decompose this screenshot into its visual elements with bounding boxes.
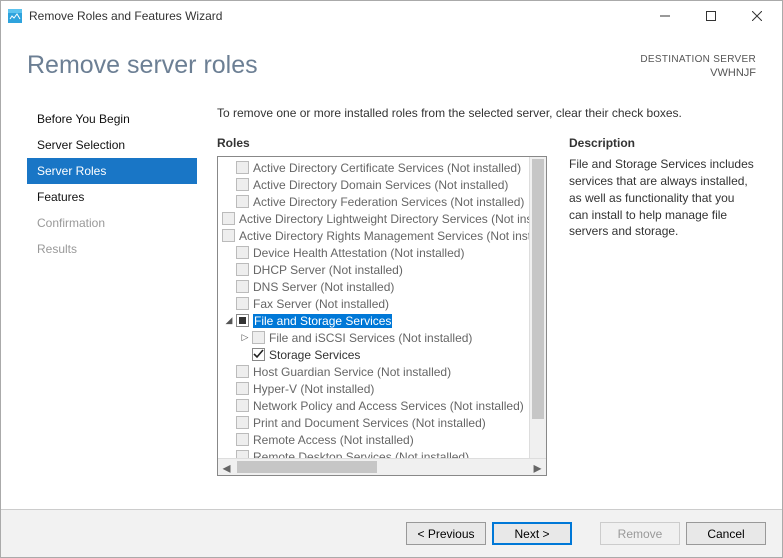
role-label[interactable]: File and Storage Services (253, 314, 392, 328)
horizontal-scrollbar[interactable]: ◂ ▸ (218, 458, 546, 475)
checkbox (236, 382, 249, 395)
window-title: Remove Roles and Features Wizard (29, 9, 642, 23)
cancel-button[interactable]: Cancel (686, 522, 766, 545)
scroll-left-icon[interactable]: ◂ (218, 459, 235, 476)
checkbox (236, 450, 249, 458)
role-label[interactable]: Storage Services (269, 348, 360, 362)
step-server-selection[interactable]: Server Selection (27, 132, 197, 158)
checkbox (236, 178, 249, 191)
role-label[interactable]: Active Directory Federation Services (No… (253, 195, 524, 209)
role-label[interactable]: Active Directory Domain Services (Not in… (253, 178, 508, 192)
checkbox (222, 229, 235, 242)
checkbox (236, 263, 249, 276)
role-item[interactable]: Fax Server (Not installed) (222, 295, 546, 312)
checkbox (236, 195, 249, 208)
destination-name: VWHNJF (258, 66, 756, 80)
step-results: Results (27, 236, 197, 262)
role-item[interactable]: Print and Document Services (Not install… (222, 414, 546, 431)
footer: < Previous Next > Remove Cancel (1, 509, 782, 557)
role-item[interactable]: Active Directory Federation Services (No… (222, 193, 546, 210)
next-button[interactable]: Next > (492, 522, 572, 545)
panel: To remove one or more installed roles fr… (197, 106, 756, 506)
checkbox (236, 280, 249, 293)
checkbox (236, 297, 249, 310)
roles-heading: Roles (217, 136, 547, 150)
destination-server: DESTINATION SERVER VWHNJF (258, 51, 756, 80)
role-item[interactable]: Active Directory Rights Management Servi… (222, 227, 546, 244)
role-item[interactable]: Active Directory Certificate Services (N… (222, 159, 546, 176)
content: Before You BeginServer SelectionServer R… (1, 106, 782, 506)
description-text: File and Storage Services includes servi… (569, 156, 756, 240)
triangle-down-icon[interactable]: ◢ (222, 315, 236, 327)
step-before-you-begin[interactable]: Before You Begin (27, 106, 197, 132)
role-label[interactable]: DNS Server (Not installed) (253, 280, 394, 294)
triangle-right-icon[interactable]: ▷ (238, 332, 252, 344)
step-confirmation: Confirmation (27, 210, 197, 236)
description-heading: Description (569, 136, 756, 150)
role-item[interactable]: Storage Services (222, 346, 546, 363)
step-server-roles[interactable]: Server Roles (27, 158, 197, 184)
checkbox (222, 212, 235, 225)
page-title: Remove server roles (27, 51, 258, 80)
role-label[interactable]: Network Policy and Access Services (Not … (253, 399, 524, 413)
title-bar: Remove Roles and Features Wizard (1, 1, 782, 31)
minimize-button[interactable] (642, 1, 688, 31)
role-item[interactable]: DHCP Server (Not installed) (222, 261, 546, 278)
remove-button: Remove (600, 522, 680, 545)
role-item[interactable]: Device Health Attestation (Not installed… (222, 244, 546, 261)
checkbox (236, 365, 249, 378)
roles-tree: Active Directory Certificate Services (N… (217, 156, 547, 476)
role-item[interactable]: DNS Server (Not installed) (222, 278, 546, 295)
checkbox (236, 246, 249, 259)
instruction-text: To remove one or more installed roles fr… (217, 106, 756, 120)
scroll-right-icon[interactable]: ▸ (529, 459, 546, 476)
role-label[interactable]: File and iSCSI Services (Not installed) (269, 331, 472, 345)
role-item[interactable]: Host Guardian Service (Not installed) (222, 363, 546, 380)
role-label[interactable]: DHCP Server (Not installed) (253, 263, 403, 277)
wizard-icon (7, 8, 23, 24)
role-item[interactable]: Active Directory Domain Services (Not in… (222, 176, 546, 193)
role-label[interactable]: Active Directory Rights Management Servi… (239, 229, 546, 243)
checkbox (236, 416, 249, 429)
role-item[interactable]: Remote Access (Not installed) (222, 431, 546, 448)
role-label[interactable]: Active Directory Certificate Services (N… (253, 161, 521, 175)
role-label[interactable]: Host Guardian Service (Not installed) (253, 365, 451, 379)
previous-button[interactable]: < Previous (406, 522, 486, 545)
role-label[interactable]: Print and Document Services (Not install… (253, 416, 486, 430)
role-label[interactable]: Active Directory Lightweight Directory S… (239, 212, 546, 226)
role-item[interactable]: Network Policy and Access Services (Not … (222, 397, 546, 414)
destination-label: DESTINATION SERVER (258, 53, 756, 66)
header: Remove server roles DESTINATION SERVER V… (1, 31, 782, 80)
checkbox (252, 331, 265, 344)
checkbox (236, 161, 249, 174)
step-features[interactable]: Features (27, 184, 197, 210)
wizard-steps: Before You BeginServer SelectionServer R… (27, 106, 197, 506)
role-label[interactable]: Hyper-V (Not installed) (253, 382, 374, 396)
close-button[interactable] (734, 1, 780, 31)
description-column: Description File and Storage Services in… (569, 136, 756, 506)
checkbox (236, 433, 249, 446)
role-item[interactable]: Active Directory Lightweight Directory S… (222, 210, 546, 227)
role-item[interactable]: ▷ File and iSCSI Services (Not installed) (222, 329, 546, 346)
roles-tree-body[interactable]: Active Directory Certificate Services (N… (218, 157, 546, 458)
role-item[interactable]: Hyper-V (Not installed) (222, 380, 546, 397)
role-label[interactable]: Remote Desktop Services (Not installed) (253, 450, 469, 459)
roles-column: Roles Active Directory Certificate Servi… (217, 136, 547, 506)
maximize-button[interactable] (688, 1, 734, 31)
role-item[interactable]: ◢ File and Storage Services (222, 312, 546, 329)
role-label[interactable]: Remote Access (Not installed) (253, 433, 414, 447)
vertical-scrollbar[interactable] (529, 157, 546, 458)
checkbox[interactable] (236, 314, 249, 327)
checkbox[interactable] (252, 348, 265, 361)
role-item[interactable]: Remote Desktop Services (Not installed) (222, 448, 546, 458)
checkbox (236, 399, 249, 412)
role-label[interactable]: Device Health Attestation (Not installed… (253, 246, 464, 260)
role-label[interactable]: Fax Server (Not installed) (253, 297, 389, 311)
